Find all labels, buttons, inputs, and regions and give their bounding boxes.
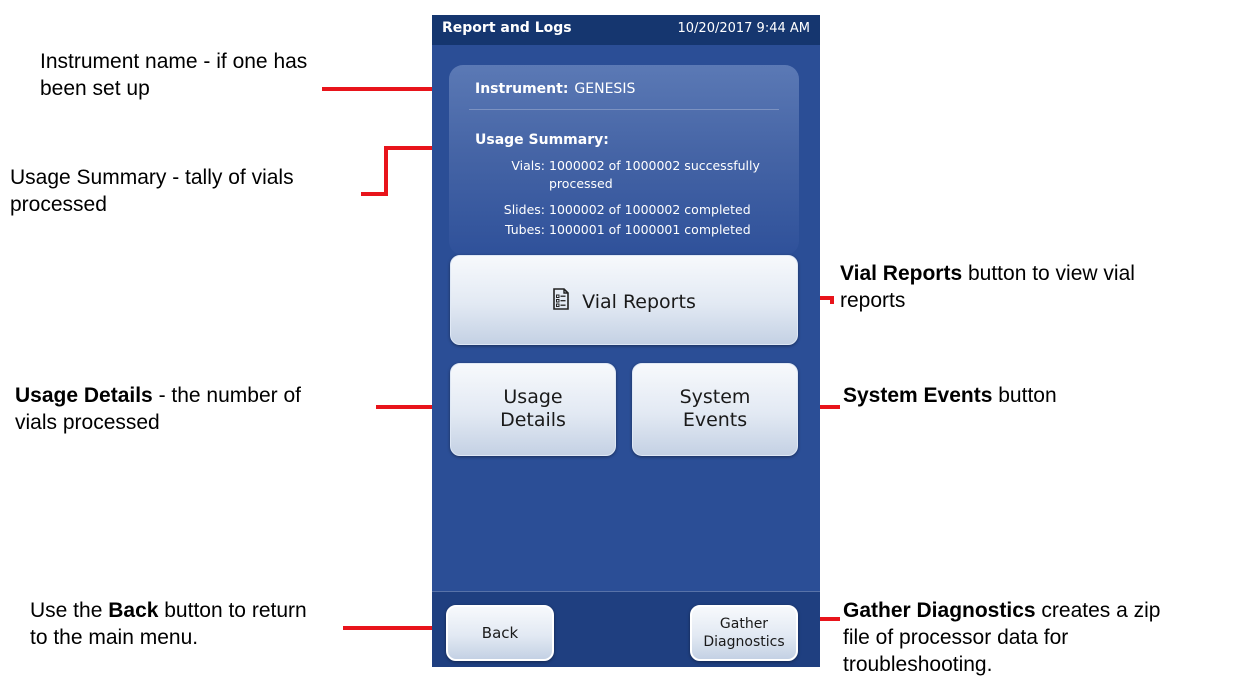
gather-diagnostics-label: Diagnostics — [703, 634, 785, 650]
system-events-button[interactable]: System Events — [632, 363, 798, 456]
vial-reports-button[interactable]: Vial Reports — [450, 255, 798, 345]
callout-bold: Gather Diagnostics — [843, 599, 1036, 622]
usage-key: Vials: — [511, 158, 545, 173]
callout-text: file of processor data for — [843, 626, 1069, 649]
callout-text: button — [992, 384, 1057, 407]
usage-details-label: Details — [500, 409, 566, 431]
instrument-row: Instrument: GENESIS — [475, 81, 635, 97]
usage-key: Tubes: — [504, 222, 545, 237]
back-button[interactable]: Back — [446, 605, 554, 661]
callout-text: button to view vial — [962, 262, 1135, 285]
callout-text: to the main menu. — [30, 626, 199, 649]
callout-system-events: System Events button — [843, 382, 1057, 409]
info-panel: Instrument: GENESIS Usage Summary: Vials:… — [449, 65, 799, 255]
system-events-label: System — [679, 386, 751, 408]
divider — [469, 109, 779, 110]
callout-usage-details: Usage Details - the number of vials proc… — [15, 382, 301, 436]
callout-text: reports — [840, 289, 906, 312]
usage-details-button[interactable]: Usage Details — [450, 363, 616, 456]
callout-text: Instrument name - if one has — [40, 50, 308, 73]
usage-value: 1000001 of 1000001 completed — [549, 222, 751, 237]
window-title: Report and Logs — [442, 20, 572, 36]
callout-instrument-name: Instrument name - if one has been set up — [40, 48, 307, 102]
gather-diagnostics-label: Gather — [719, 616, 769, 632]
leader-line — [384, 146, 388, 196]
callout-text: creates a zip — [1035, 599, 1161, 622]
callout-text: Usage Summary - tally of vials — [10, 166, 294, 189]
usage-key: Slides: — [503, 202, 545, 217]
usage-value: 1000002 of 1000002 successfully — [549, 158, 760, 173]
instrument-label: Instrument: — [475, 81, 569, 97]
callout-bold: Back — [108, 599, 159, 622]
callout-usage-summary: Usage Summary - tally of vials processed — [10, 164, 294, 218]
system-events-label: Events — [682, 409, 748, 431]
callout-text: button to return — [158, 599, 307, 622]
callout-bold: Vial Reports — [840, 262, 963, 285]
usage-value: 1000002 of 1000002 completed — [549, 202, 751, 217]
callout-text: troubleshooting. — [843, 653, 993, 676]
leader-line — [830, 296, 834, 304]
callout-vial-reports: Vial Reports button to view vial reports — [840, 260, 1135, 314]
callout-text: vials processed — [15, 411, 160, 434]
callout-text: been set up — [40, 77, 150, 100]
callout-bold: Usage Details — [15, 384, 153, 407]
usage-details-label: Usage — [503, 386, 563, 408]
callout-text: - the number of — [152, 384, 301, 407]
vial-reports-label: Vial Reports — [582, 290, 696, 313]
usage-value: processed — [549, 176, 613, 191]
report-list-icon — [552, 288, 570, 315]
instrument-name: GENESIS — [574, 81, 636, 97]
datetime: 10/20/2017 9:44 AM — [677, 21, 811, 36]
callout-text: processed — [10, 193, 107, 216]
usage-row-vials-cont: processed — [549, 176, 613, 192]
back-label: Back — [481, 624, 519, 642]
callout-text: Use the — [30, 599, 109, 622]
device-screen: Report and Logs 10/20/2017 9:44 AM Instr… — [432, 15, 820, 667]
gather-diagnostics-button[interactable]: Gather Diagnostics — [690, 605, 798, 661]
usage-summary-heading: Usage Summary: — [475, 132, 609, 148]
callout-back: Use the Back button to return to the mai… — [30, 597, 307, 651]
callout-gather-diagnostics: Gather Diagnostics creates a zip file of… — [843, 597, 1160, 678]
leader-line — [361, 192, 388, 196]
title-bar: Report and Logs 10/20/2017 9:44 AM — [432, 15, 820, 45]
callout-bold: System Events — [843, 384, 993, 407]
